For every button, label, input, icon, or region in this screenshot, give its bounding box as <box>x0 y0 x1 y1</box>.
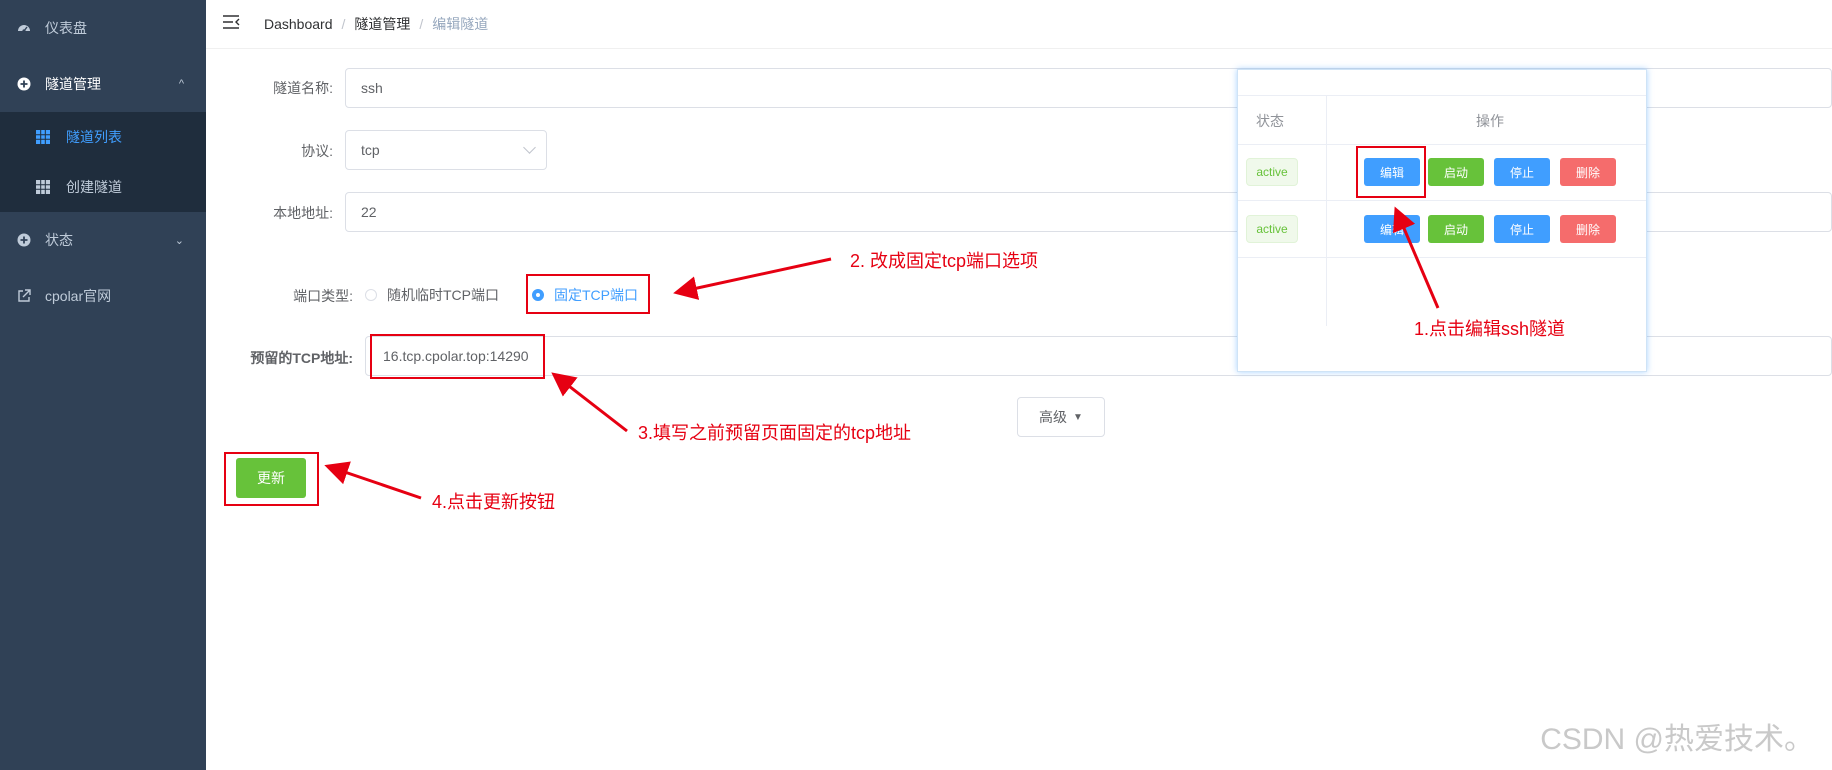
status-badge: active <box>1246 215 1298 243</box>
chevron-up-icon: ^ <box>178 78 184 90</box>
radio-random-tcp-port[interactable]: 随机临时TCP端口 <box>365 285 499 305</box>
status-badge: active <box>1246 158 1298 186</box>
start-button[interactable]: 启动 <box>1428 158 1484 186</box>
chevron-down-icon <box>523 141 536 154</box>
breadcrumb-separator: / <box>419 16 424 32</box>
start-button[interactable]: 启动 <box>1428 215 1484 243</box>
breadcrumb-tunnel-management[interactable]: 隧道管理 <box>354 16 410 32</box>
sidebar-item-label: 隧道管理 <box>45 76 101 92</box>
breadcrumb: Dashboard / 隧道管理 / 编辑隧道 <box>264 14 488 34</box>
annotation-step4: 4.点击更新按钮 <box>432 492 556 512</box>
arrow-to-fixed-port <box>673 257 832 300</box>
edit-button[interactable]: 编辑 <box>1364 215 1420 243</box>
protocol-label: 协议: <box>301 143 333 159</box>
sidebar: 仪表盘 隧道管理 ^ 隧道列表 创建隧道 状态 ⌄ cpolar官网 <box>0 0 206 770</box>
table-header: 状态 操作 <box>1238 95 1646 145</box>
table-row: active 编辑 启动 停止 删除 <box>1238 144 1646 201</box>
tunnel-name-value: ssh <box>361 80 383 96</box>
column-header-actions: 操作 <box>1476 113 1504 129</box>
sidebar-item-status[interactable]: 状态 ⌄ <box>0 212 206 268</box>
annotation-step2: 2. 改成固定tcp端口选项 <box>850 251 1039 271</box>
highlight-update-button <box>224 452 319 506</box>
highlight-edit-button <box>1356 146 1426 198</box>
chevron-down-icon: ⌄ <box>174 234 184 247</box>
breadcrumb-edit-tunnel: 编辑隧道 <box>432 16 489 32</box>
menu-toggle-icon[interactable] <box>222 14 240 30</box>
delete-button[interactable]: 删除 <box>1560 158 1616 186</box>
sidebar-item-label: 状态 <box>45 232 73 248</box>
annotation-step3: 3.填写之前预留页面固定的tcp地址 <box>638 423 912 443</box>
highlight-reserved-address <box>370 334 545 379</box>
plus-circle-icon <box>17 77 31 91</box>
protocol-select[interactable]: tcp <box>345 130 547 170</box>
radio-circle-icon <box>365 289 377 301</box>
sidebar-item-tunnel-management[interactable]: 隧道管理 ^ <box>0 56 206 112</box>
arrow-to-reserved-address <box>551 372 628 433</box>
advanced-dropdown-button[interactable]: 高级 ▼ <box>1017 397 1105 437</box>
delete-button[interactable]: 删除 <box>1560 215 1616 243</box>
sidebar-item-label: cpolar官网 <box>45 288 112 304</box>
radio-label: 随机临时TCP端口 <box>387 287 499 303</box>
breadcrumb-dashboard[interactable]: Dashboard <box>264 16 333 32</box>
table-row: active 编辑 启动 停止 删除 <box>1238 201 1646 258</box>
grid-icon <box>36 180 50 194</box>
column-header-status: 状态 <box>1256 113 1284 129</box>
sidebar-item-label: 隧道列表 <box>66 129 122 145</box>
advanced-label: 高级 <box>1039 409 1068 425</box>
dashboard-icon <box>17 21 31 35</box>
arrow-to-update-button <box>324 461 422 500</box>
local-address-label: 本地地址: <box>273 205 333 221</box>
highlight-fixed-port-option <box>526 274 650 314</box>
sidebar-item-create-tunnel[interactable]: 创建隧道 <box>0 162 206 212</box>
stop-button[interactable]: 停止 <box>1494 158 1550 186</box>
stop-button[interactable]: 停止 <box>1494 215 1550 243</box>
annotation-step1: 1.点击编辑ssh隧道 <box>1414 319 1566 339</box>
grid-icon <box>36 130 50 144</box>
watermark: CSDN @热爱技术。 <box>1540 723 1814 756</box>
sidebar-item-label: 仪表盘 <box>45 20 87 36</box>
breadcrumb-separator: / <box>341 16 346 32</box>
sidebar-item-label: 创建隧道 <box>66 179 122 195</box>
sidebar-item-tunnel-list[interactable]: 隧道列表 <box>0 112 206 162</box>
external-link-icon <box>17 289 31 303</box>
caret-down-icon: ▼ <box>1073 411 1083 423</box>
reserved-tcp-label: 预留的TCP地址: <box>250 350 353 366</box>
tunnel-name-label: 隧道名称: <box>273 80 333 96</box>
sidebar-item-cpolar-site[interactable]: cpolar官网 <box>0 268 206 324</box>
top-navbar: Dashboard / 隧道管理 / 编辑隧道 <box>206 0 1832 49</box>
protocol-value: tcp <box>361 142 380 158</box>
sidebar-item-dashboard[interactable]: 仪表盘 <box>0 0 206 56</box>
plus-circle-icon <box>17 233 31 247</box>
local-address-value: 22 <box>361 204 377 220</box>
port-type-label: 端口类型: <box>293 288 353 304</box>
